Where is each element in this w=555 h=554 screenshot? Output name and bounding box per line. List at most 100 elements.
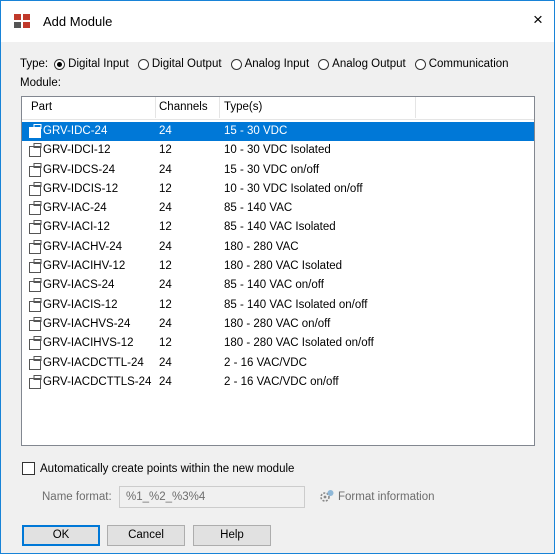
radio-circle-icon: [137, 58, 149, 70]
part-cell: GRV-IDCS-24: [43, 163, 116, 176]
column-header-part[interactable]: Part: [31, 101, 52, 113]
radio-label: Digital Output: [151, 58, 222, 70]
module-row-icon: [29, 355, 42, 370]
radio-label: Analog Input: [244, 58, 310, 70]
cancel-button[interactable]: Cancel: [107, 525, 185, 546]
module-list[interactable]: Part Channels Type(s) GRV-IDC-24 24 15 - 3…: [21, 96, 535, 446]
part-cell: GRV-IACIHV-12: [43, 260, 126, 273]
name-format-input[interactable]: %1_%2_%3%4: [119, 486, 305, 508]
radio-circle-icon: [230, 58, 242, 70]
list-row[interactable]: GRV-IACHV-24 24 180 - 280 VAC: [22, 238, 534, 257]
list-row[interactable]: GRV-IACHVS-24 24 180 - 280 VAC on/off: [22, 315, 534, 334]
list-row[interactable]: GRV-IAC-24 24 85 - 140 VAC: [22, 199, 534, 218]
list-row[interactable]: GRV-IACS-24 24 85 - 140 VAC on/off: [22, 276, 534, 295]
module-icon: [14, 14, 30, 28]
types-cell: 10 - 30 VDC Isolated: [224, 144, 331, 157]
column-divider[interactable]: [415, 97, 416, 118]
help-button[interactable]: Help: [193, 525, 271, 546]
list-row[interactable]: GRV-IACIS-12 12 85 - 140 VAC Isolated on/o…: [22, 296, 534, 315]
ok-button[interactable]: OK: [22, 525, 100, 546]
part-cell: GRV-IACIS-12: [43, 298, 118, 311]
channels-cell: 12: [159, 221, 172, 234]
types-cell: 15 - 30 VDC: [224, 125, 288, 137]
module-row-icon: [29, 297, 42, 312]
radio-digital-input[interactable]: Digital Input: [54, 58, 129, 70]
module-row-icon: [29, 259, 42, 274]
channels-cell: 24: [159, 163, 172, 176]
column-header-channels[interactable]: Channels: [159, 101, 208, 113]
types-cell: 85 - 140 VAC Isolated on/off: [224, 298, 368, 311]
channels-cell: 12: [159, 337, 172, 350]
types-cell: 85 - 140 VAC Isolated: [224, 221, 336, 234]
types-cell: 10 - 30 VDC Isolated on/off: [224, 182, 363, 195]
part-cell: GRV-IACDCTTLS-24: [43, 375, 152, 388]
window-title: Add Module: [43, 14, 113, 29]
channels-cell: 24: [159, 279, 172, 292]
auto-create-checkbox-row[interactable]: Automatically create points within the n…: [22, 462, 294, 475]
type-label: Type:: [20, 58, 49, 70]
part-cell: GRV-IDCIS-12: [43, 182, 119, 195]
radio-communication[interactable]: Communication: [414, 58, 509, 70]
part-cell: GRV-IDCI-12: [43, 144, 111, 157]
list-row[interactable]: GRV-IDC-24 24 15 - 30 VDC: [22, 122, 534, 142]
radio-label: Analog Output: [332, 58, 406, 70]
module-row-icon: [29, 181, 42, 196]
list-row[interactable]: GRV-IDCI-12 12 10 - 30 VDC Isolated: [22, 141, 534, 160]
types-cell: 180 - 280 VAC on/off: [224, 317, 331, 330]
channels-cell: 24: [159, 356, 172, 369]
part-cell: GRV-IACDCTTL-24: [43, 356, 144, 369]
types-cell: 180 - 280 VAC Isolated on/off: [224, 337, 374, 350]
part-cell: GRV-IACI-12: [43, 221, 110, 234]
radio-label: Communication: [428, 58, 509, 70]
radio-analog-output[interactable]: Analog Output: [318, 58, 406, 70]
radio-analog-input[interactable]: Analog Input: [230, 58, 310, 70]
channels-cell: 24: [159, 125, 172, 137]
radio-circle-icon: [414, 58, 426, 70]
channels-cell: 12: [159, 260, 172, 273]
column-divider[interactable]: [219, 97, 220, 118]
channels-cell: 24: [159, 375, 172, 388]
list-row[interactable]: GRV-IACI-12 12 85 - 140 VAC Isolated: [22, 218, 534, 237]
close-icon[interactable]: ×: [528, 10, 548, 30]
add-module-dialog: Add Module × Type: Digital Input Digital…: [0, 0, 555, 554]
module-row-icon: [29, 162, 42, 177]
type-selector: Type: Digital Input Digital Output Analo…: [20, 56, 518, 72]
column-divider[interactable]: [155, 97, 156, 118]
types-cell: 180 - 280 VAC Isolated: [224, 260, 343, 273]
types-cell: 180 - 280 VAC: [224, 240, 299, 253]
gear-info-icon: [320, 490, 334, 502]
part-cell: GRV-IACIHVS-12: [43, 337, 134, 350]
channels-cell: 24: [159, 317, 172, 330]
list-row[interactable]: GRV-IDCS-24 24 15 - 30 VDC on/off: [22, 161, 534, 180]
module-row-icon: [29, 374, 42, 389]
list-row[interactable]: GRV-IACDCTTL-24 24 2 - 16 VAC/VDC: [22, 354, 534, 373]
module-row-icon: [29, 201, 42, 216]
list-row[interactable]: GRV-IACIHV-12 12 180 - 280 VAC Isolated: [22, 257, 534, 276]
types-cell: 85 - 140 VAC: [224, 202, 293, 215]
types-cell: 2 - 16 VAC/VDC on/off: [224, 375, 339, 388]
list-header: Part Channels Type(s): [22, 97, 534, 120]
channels-cell: 12: [159, 298, 172, 311]
channels-cell: 24: [159, 202, 172, 215]
module-row-icon: [29, 124, 42, 138]
radio-circle-icon: [54, 58, 66, 70]
module-label: Module:: [20, 77, 61, 89]
part-cell: GRV-IACHV-24: [43, 240, 123, 253]
part-cell: GRV-IACS-24: [43, 279, 115, 292]
module-row-icon: [29, 143, 42, 158]
name-format-label: Name format:: [42, 491, 112, 503]
list-row[interactable]: GRV-IACDCTTLS-24 24 2 - 16 VAC/VDC on/off: [22, 373, 534, 392]
types-cell: 2 - 16 VAC/VDC: [224, 356, 307, 369]
format-information-link[interactable]: Format information: [319, 489, 435, 504]
channels-cell: 24: [159, 240, 172, 253]
list-row[interactable]: GRV-IACIHVS-12 12 180 - 280 VAC Isolated o…: [22, 334, 534, 353]
part-cell: GRV-IAC-24: [43, 202, 107, 215]
radio-digital-output[interactable]: Digital Output: [137, 58, 222, 70]
auto-create-checkbox[interactable]: [22, 462, 35, 475]
list-rows: GRV-IDC-24 24 15 - 30 VDC GRV-IDCI-12 12 10 -…: [22, 122, 534, 392]
part-cell: GRV-IDC-24: [43, 125, 108, 137]
title-bar: Add Module ×: [1, 1, 554, 42]
list-row[interactable]: GRV-IDCIS-12 12 10 - 30 VDC Isolated on/of…: [22, 180, 534, 199]
column-header-types[interactable]: Type(s): [224, 101, 262, 113]
channels-cell: 12: [159, 182, 172, 195]
